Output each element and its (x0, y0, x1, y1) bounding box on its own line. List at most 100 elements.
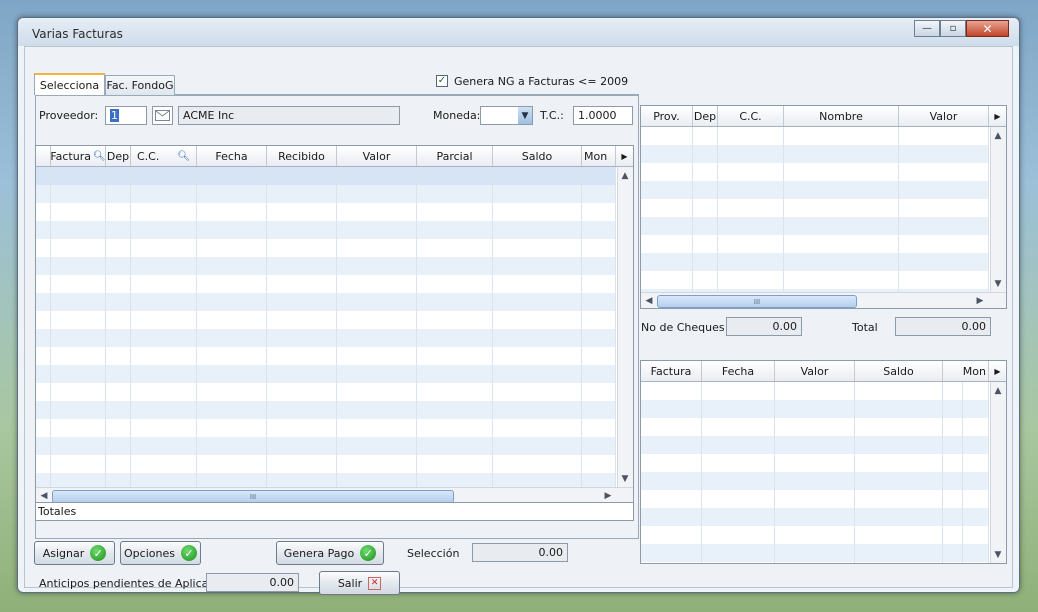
table-cell[interactable] (899, 163, 989, 181)
table-cell[interactable] (131, 419, 197, 437)
table-row[interactable] (641, 418, 989, 436)
table-cell[interactable] (417, 455, 493, 473)
table-cell[interactable] (417, 221, 493, 239)
table-cell[interactable] (493, 167, 582, 185)
table-row[interactable] (36, 293, 616, 311)
scroll-right-header-icon[interactable]: ▶ (989, 106, 1006, 126)
table-cell[interactable] (417, 419, 493, 437)
table-cell[interactable] (493, 311, 582, 329)
table-cell[interactable] (36, 329, 51, 347)
table-cell[interactable] (641, 217, 693, 235)
table-cell[interactable] (855, 490, 943, 508)
table-cell[interactable] (106, 329, 131, 347)
table-cell[interactable] (641, 454, 702, 472)
scroll-right-icon[interactable]: ▶ (973, 294, 987, 308)
table-row[interactable] (36, 437, 616, 455)
close-button[interactable]: ✕ (966, 20, 1009, 37)
table-cell[interactable] (51, 347, 106, 365)
table-row[interactable] (641, 436, 989, 454)
table-cell[interactable] (337, 455, 417, 473)
table-cell[interactable] (943, 562, 963, 563)
table-cell[interactable] (641, 562, 702, 563)
table-cell[interactable] (51, 455, 106, 473)
table-cell[interactable] (641, 544, 702, 562)
table-row[interactable] (36, 221, 616, 239)
table-cell[interactable] (267, 383, 337, 401)
table-cell[interactable] (693, 163, 718, 181)
table-cell[interactable] (417, 203, 493, 221)
scroll-up-icon[interactable]: ▲ (991, 129, 1005, 143)
table-cell[interactable] (51, 293, 106, 311)
table-cell[interactable] (106, 257, 131, 275)
vertical-scrollbar[interactable]: ▲ ▼ (617, 167, 633, 488)
table-cell[interactable] (702, 490, 775, 508)
table-cell[interactable] (267, 455, 337, 473)
table-cell[interactable] (417, 167, 493, 185)
table-cell[interactable] (855, 562, 943, 563)
table-cell[interactable] (131, 167, 197, 185)
table-cell[interactable] (337, 185, 417, 203)
table-cell[interactable] (131, 347, 197, 365)
table-row[interactable] (641, 526, 989, 544)
scroll-up-icon[interactable]: ▲ (991, 384, 1005, 398)
table-cell[interactable] (784, 217, 899, 235)
table-cell[interactable] (943, 436, 963, 454)
table-cell[interactable] (855, 454, 943, 472)
table-row[interactable] (641, 562, 989, 563)
table-cell[interactable] (36, 239, 51, 257)
col-valor[interactable]: Valor (899, 106, 989, 126)
table-row[interactable] (641, 472, 989, 490)
table-cell[interactable] (337, 293, 417, 311)
table-cell[interactable] (784, 163, 899, 181)
table-cell[interactable] (36, 455, 51, 473)
table-cell[interactable] (899, 199, 989, 217)
table-cell[interactable] (131, 239, 197, 257)
table-cell[interactable] (267, 329, 337, 347)
table-cell[interactable] (106, 365, 131, 383)
table-cell[interactable] (582, 419, 616, 437)
col-cc[interactable]: C.C. 🔍︎ (131, 146, 197, 166)
table-cell[interactable] (493, 239, 582, 257)
table-cell[interactable] (943, 418, 963, 436)
table-cell[interactable] (36, 203, 51, 221)
scroll-up-icon[interactable]: ▲ (618, 169, 632, 183)
scroll-down-icon[interactable]: ▼ (618, 472, 632, 486)
table-cell[interactable] (267, 365, 337, 383)
table-cell[interactable] (702, 436, 775, 454)
table-cell[interactable] (267, 203, 337, 221)
table-cell[interactable] (702, 508, 775, 526)
table-cell[interactable] (337, 365, 417, 383)
table-cell[interactable] (963, 382, 989, 400)
table-cell[interactable] (106, 347, 131, 365)
table-row[interactable] (36, 167, 616, 185)
table-cell[interactable] (775, 418, 855, 436)
scroll-left-icon[interactable]: ◀ (642, 294, 656, 308)
table-cell[interactable] (641, 472, 702, 490)
table-cell[interactable] (106, 167, 131, 185)
table-cell[interactable] (493, 383, 582, 401)
table-cell[interactable] (197, 455, 267, 473)
scroll-down-icon[interactable]: ▼ (991, 548, 1005, 562)
table-cell[interactable] (693, 253, 718, 271)
table-cell[interactable] (855, 382, 943, 400)
scroll-right-icon[interactable]: ▶ (601, 489, 615, 502)
table-cell[interactable] (51, 383, 106, 401)
table-cell[interactable] (417, 293, 493, 311)
table-cell[interactable] (855, 508, 943, 526)
table-cell[interactable] (131, 455, 197, 473)
table-cell[interactable] (693, 127, 718, 145)
table-cell[interactable] (582, 275, 616, 293)
asignar-button[interactable]: Asignar ✓ (34, 541, 115, 565)
table-cell[interactable] (775, 562, 855, 563)
table-row[interactable] (641, 454, 989, 472)
minimize-button[interactable]: — (914, 20, 940, 37)
table-row[interactable] (36, 419, 616, 437)
table-cell[interactable] (337, 437, 417, 455)
table-cell[interactable] (775, 454, 855, 472)
col-cc[interactable]: C.C. (718, 106, 784, 126)
table-cell[interactable] (775, 472, 855, 490)
table-cell[interactable] (267, 257, 337, 275)
table-cell[interactable] (36, 257, 51, 275)
table-row[interactable] (36, 311, 616, 329)
table-cell[interactable] (899, 145, 989, 163)
